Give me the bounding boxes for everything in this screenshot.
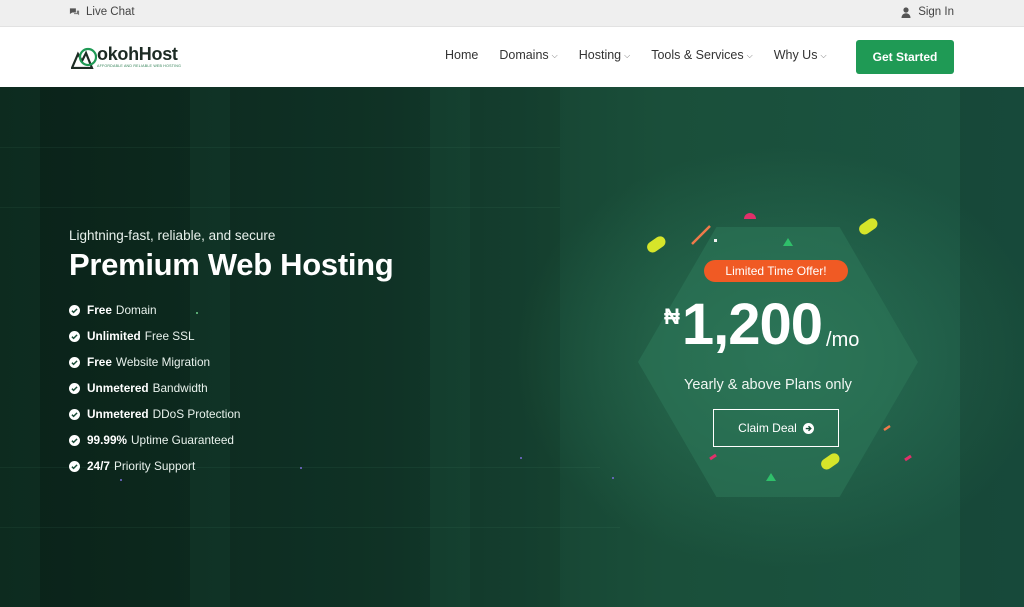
- claim-deal-button[interactable]: Claim Deal: [713, 409, 839, 447]
- feature-highlight: Unmetered: [87, 407, 149, 421]
- top-utility-bar: Live Chat Sign In: [0, 0, 1024, 27]
- check-circle-icon: [69, 304, 80, 316]
- get-started-button[interactable]: Get Started: [856, 40, 954, 74]
- check-circle-icon: [69, 408, 80, 420]
- nav-item-tools-services[interactable]: Tools & Services ⌵: [651, 48, 752, 62]
- feature-highlight: 99.99%: [87, 433, 128, 447]
- claim-deal-label: Claim Deal: [738, 421, 797, 435]
- check-circle-icon: [69, 460, 80, 472]
- nav-item-label: Tools & Services: [651, 48, 744, 62]
- chevron-down-icon: ⌵: [820, 51, 827, 60]
- feature-highlight: Unmetered: [87, 381, 149, 395]
- feature-item: 24/7 Priority Support: [69, 453, 241, 479]
- nav-item-hosting[interactable]: Hosting ⌵: [579, 48, 630, 62]
- live-chat-link[interactable]: Live Chat: [69, 6, 135, 18]
- feature-list: Free Domain Unlimited Free SSL Free Website…: [69, 297, 241, 479]
- currency-symbol: ₦: [664, 304, 680, 329]
- chat-bubbles-icon: [69, 7, 80, 18]
- led-dot: [612, 477, 614, 479]
- feature-text: Uptime Guaranteed: [131, 433, 234, 447]
- feature-item: Unmetered Bandwidth: [69, 375, 241, 401]
- nav-item-label: Home: [445, 48, 479, 62]
- led-dot: [300, 467, 302, 469]
- nav-item-label: Domains: [499, 48, 549, 62]
- hero-title: Premium Web Hosting: [69, 247, 394, 282]
- feature-highlight: 24/7: [87, 459, 110, 473]
- price-amount: 1,200: [681, 292, 823, 357]
- nav-menu: Home Domains ⌵ Hosting ⌵ Tools & Service…: [445, 48, 848, 62]
- logo-mark-icon: [71, 47, 97, 69]
- feature-highlight: Free: [87, 303, 112, 317]
- feature-text: Domain: [115, 303, 157, 317]
- site-logo[interactable]: okohHost AFFORDABLE AND RELIABLE WEB HOS…: [71, 45, 181, 69]
- feature-item: Free Website Migration: [69, 349, 241, 375]
- nav-item-why-us[interactable]: Why Us ⌵: [774, 48, 827, 62]
- sign-in-link[interactable]: Sign In: [901, 6, 954, 18]
- rack-line: [0, 207, 560, 208]
- feature-text: Priority Support: [113, 459, 196, 473]
- price-period: /mo: [826, 329, 860, 351]
- nav-item-label: Why Us: [773, 48, 818, 62]
- chevron-down-icon: ⌵: [551, 51, 558, 60]
- server-rack-decoration: [470, 87, 560, 607]
- rack-line: [0, 527, 620, 528]
- offer-price: ₦ 1,200 /mo: [664, 292, 859, 358]
- main-navigation: okohHost AFFORDABLE AND RELIABLE WEB HOS…: [0, 27, 1024, 87]
- live-chat-label: Live Chat: [86, 6, 135, 18]
- server-rack-decoration: [960, 87, 1024, 607]
- feature-item: 99.99% Uptime Guaranteed: [69, 427, 241, 453]
- check-circle-icon: [69, 356, 80, 368]
- check-circle-icon: [69, 382, 80, 394]
- nav-item-home[interactable]: Home: [445, 48, 478, 62]
- feature-text: Free SSL: [144, 329, 195, 343]
- led-dot: [120, 479, 122, 481]
- nav-item-domains[interactable]: Domains ⌵: [499, 48, 557, 62]
- feature-text: Bandwidth: [152, 381, 208, 395]
- offer-subtitle: Yearly & above Plans only: [684, 377, 852, 393]
- chevron-down-icon: ⌵: [746, 51, 753, 60]
- server-rack-decoration: [230, 87, 430, 607]
- hero-lead-text: Lightning-fast, reliable, and secure: [69, 228, 276, 243]
- logo-tagline: AFFORDABLE AND RELIABLE WEB HOSTING: [97, 64, 182, 68]
- feature-item: Unmetered DDoS Protection: [69, 401, 241, 427]
- check-circle-icon: [69, 330, 80, 342]
- chevron-down-icon: ⌵: [624, 51, 631, 60]
- user-icon: [901, 6, 912, 18]
- limited-offer-badge: Limited Time Offer!: [704, 260, 848, 282]
- feature-text: DDoS Protection: [152, 407, 241, 421]
- feature-text: Website Migration: [115, 355, 211, 369]
- rack-line: [0, 147, 560, 148]
- hero-section: Lightning-fast, reliable, and secure Pre…: [0, 87, 1024, 607]
- feature-item: Unlimited Free SSL: [69, 323, 241, 349]
- feature-item: Free Domain: [69, 297, 241, 323]
- arrow-circle-right-icon: [802, 422, 814, 434]
- led-dot: [520, 457, 522, 459]
- logo-text: okohHost: [97, 44, 178, 64]
- feature-highlight: Unlimited: [87, 329, 141, 343]
- feature-highlight: Free: [87, 355, 112, 369]
- sign-in-label: Sign In: [918, 6, 954, 18]
- check-circle-icon: [69, 434, 80, 446]
- nav-item-label: Hosting: [578, 48, 622, 62]
